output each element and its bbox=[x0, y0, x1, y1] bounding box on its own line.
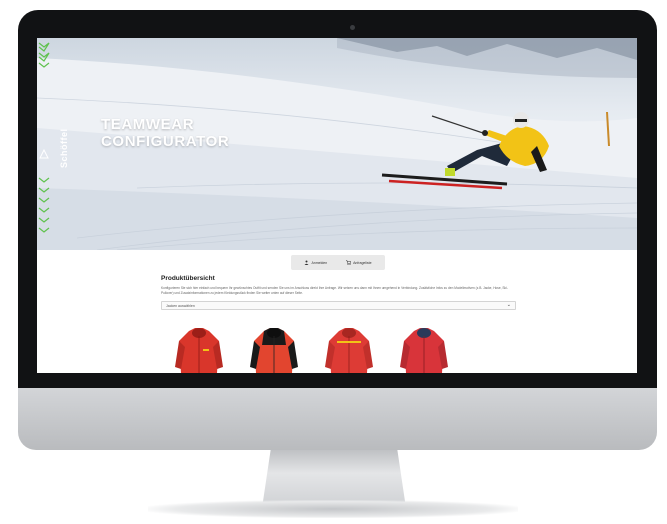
category-select[interactable]: Jacken auswählen ⌄ bbox=[161, 301, 516, 311]
login-button[interactable]: Anmelden bbox=[304, 260, 327, 265]
jacket-icon bbox=[250, 328, 298, 373]
product-jacket-4[interactable] bbox=[400, 327, 448, 373]
account-toolbar: Anmelden Anfrageliste bbox=[291, 255, 385, 270]
request-list-button[interactable]: Anfrageliste bbox=[346, 260, 372, 265]
product-overview-section: Produktübersicht Konfigurieren Sie sich … bbox=[161, 275, 516, 311]
hero-title-line2: CONFIGURATOR bbox=[101, 133, 230, 150]
jacket-icon bbox=[400, 328, 448, 373]
login-label: Anmelden bbox=[311, 260, 328, 265]
section-heading: Produktübersicht bbox=[161, 275, 215, 282]
hero-title: TEAMWEAR CONFIGURATOR bbox=[101, 116, 229, 150]
product-jacket-1[interactable] bbox=[175, 327, 223, 373]
cart-icon bbox=[346, 260, 352, 265]
imac-device: Schöffel TEAMWEAR CONFIGURATOR Anmelden … bbox=[0, 0, 667, 524]
jacket-icon bbox=[325, 328, 373, 373]
jacket-icon bbox=[175, 328, 223, 373]
user-icon bbox=[304, 260, 309, 265]
hero-banner: Schöffel TEAMWEAR CONFIGURATOR bbox=[37, 38, 637, 250]
camera-dot bbox=[350, 25, 355, 30]
monitor-chin bbox=[18, 388, 657, 450]
brand-logo[interactable]: Schöffel bbox=[59, 128, 69, 168]
monitor-base bbox=[148, 500, 518, 518]
product-grid bbox=[175, 327, 475, 373]
hero-title-line1: TEAMWEAR bbox=[101, 116, 195, 133]
product-jacket-3[interactable] bbox=[325, 327, 373, 373]
category-select-value: Jacken auswählen bbox=[166, 303, 195, 308]
product-jacket-2[interactable] bbox=[250, 327, 298, 373]
accent-zigzag-decoration bbox=[38, 42, 50, 233]
request-list-label: Anfrageliste bbox=[353, 260, 372, 265]
chevron-down-icon: ⌄ bbox=[506, 302, 511, 309]
screen: Schöffel TEAMWEAR CONFIGURATOR Anmelden … bbox=[37, 38, 637, 373]
section-description: Konfigurieren Sie sich hier einfach und … bbox=[161, 286, 508, 295]
